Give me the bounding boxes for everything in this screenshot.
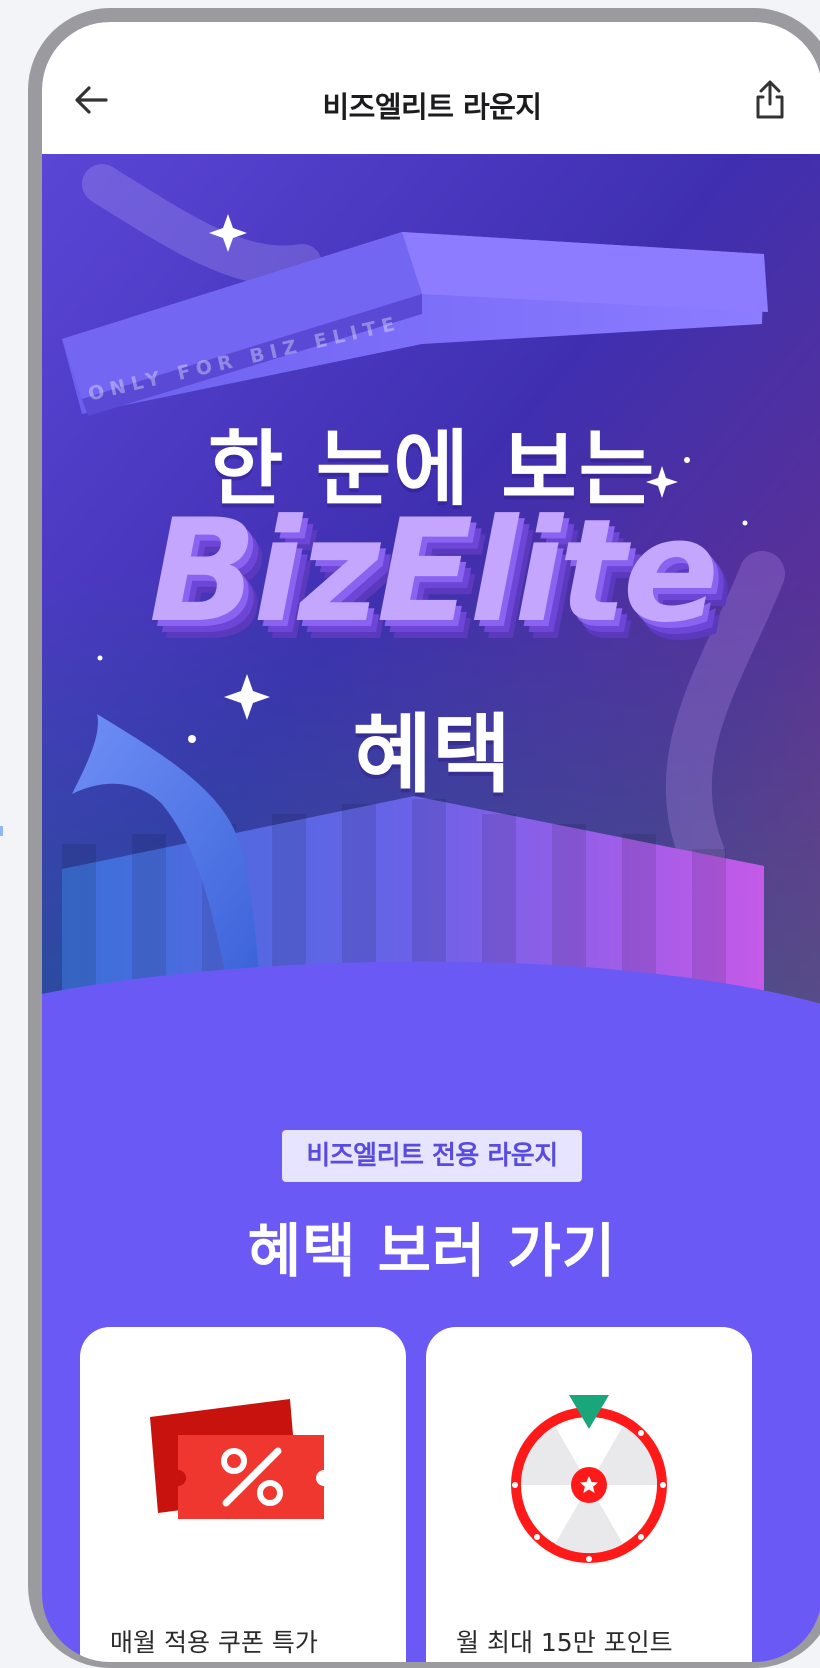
phone-frame: 비즈엘리트 라운지 ONLY FOR BIZ ELITE 한 눈에 보는 Biz… bbox=[28, 8, 820, 1668]
benefit-card-roulette[interactable]: 월 최대 15만 포인트 bbox=[426, 1327, 752, 1662]
roulette-wheel-icon bbox=[511, 1395, 667, 1563]
share-icon bbox=[756, 80, 784, 119]
card-label: 월 최대 15만 포인트 bbox=[456, 1628, 673, 1657]
benefit-card-coupon[interactable]: 매월 적용 쿠폰 특가 bbox=[80, 1327, 406, 1662]
card-label: 매월 적용 쿠폰 특가 bbox=[110, 1628, 318, 1657]
edge-marker bbox=[0, 826, 3, 836]
hero-subheadline: 혜택 bbox=[352, 705, 512, 805]
hero-brand-logo: BizElite bbox=[148, 489, 719, 654]
page-title: 비즈엘리트 라운지 bbox=[322, 90, 542, 124]
hero-banner: ONLY FOR BIZ ELITE 한 눈에 보는 BizElite 혜택 bbox=[42, 154, 820, 1084]
section-badge: 비즈엘리트 전용 라운지 bbox=[282, 1130, 582, 1182]
section-title: 혜택 보러 가기 bbox=[247, 1217, 617, 1285]
top-app-bar: 비즈엘리트 라운지 bbox=[42, 22, 820, 154]
coupon-percent-icon bbox=[150, 1399, 324, 1519]
app-screen: 비즈엘리트 라운지 ONLY FOR BIZ ELITE 한 눈에 보는 Biz… bbox=[42, 22, 820, 1662]
share-button[interactable] bbox=[750, 78, 790, 122]
